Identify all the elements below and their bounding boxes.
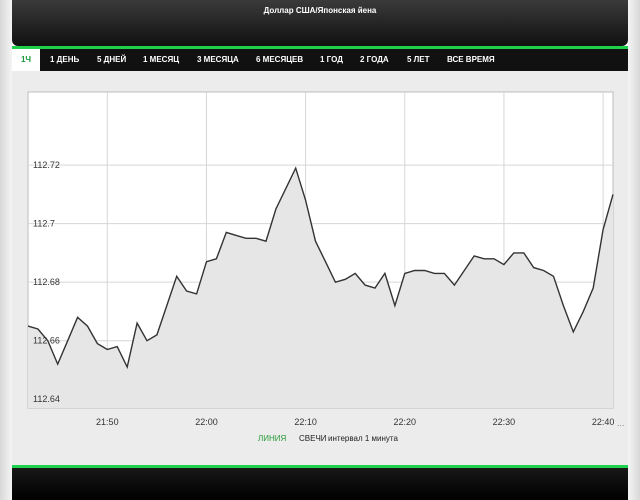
- footer-accent-line: [12, 465, 628, 468]
- x-axis-labels: 21:50 22:00 22:10 22:20 22:30 22:40: [96, 417, 614, 427]
- y-tick-label: 112.68: [33, 277, 60, 287]
- x-tick-label: 22:00: [195, 417, 218, 427]
- widget-frame: Доллар США/Японская йена 1Ч 1 ДЕНЬ 5 ДНЕ…: [0, 0, 640, 500]
- chart-ellipsis: ...: [617, 418, 625, 428]
- footer-bar: [12, 465, 628, 500]
- y-tick-label: 112.72: [33, 160, 60, 170]
- legend-interval: интервал 1 минута: [328, 434, 398, 443]
- price-chart[interactable]: 112.64 112.66 112.68 112.7 112.72 21:50 22:00…: [0, 0, 640, 500]
- x-tick-label: 22:10: [294, 417, 317, 427]
- y-tick-label: 112.64: [33, 394, 60, 404]
- y-tick-label: 112.66: [33, 336, 60, 346]
- x-tick-label: 22:40: [592, 417, 615, 427]
- legend-line-option[interactable]: ЛИНИЯ: [258, 434, 286, 443]
- legend-candles-option[interactable]: СВЕЧИ: [299, 434, 327, 443]
- x-tick-label: 22:20: [394, 417, 417, 427]
- x-tick-label: 22:30: [493, 417, 516, 427]
- x-tick-label: 21:50: [96, 417, 119, 427]
- y-tick-label: 112.7: [33, 219, 55, 229]
